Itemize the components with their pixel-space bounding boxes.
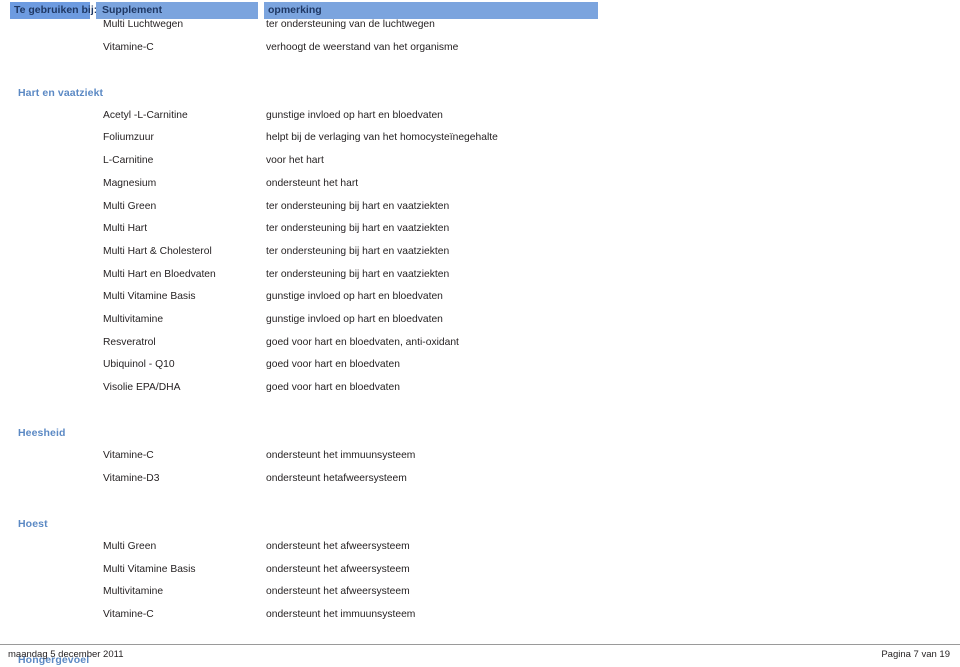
cell-supplement: Multi Hart en Bloedvaten — [103, 268, 216, 280]
table-row: Visolie EPA/DHA goed voor hart en bloedva… — [0, 382, 960, 405]
cell-remark: gunstige invloed op hart en bloedvaten — [266, 313, 443, 325]
cell-remark: ondersteunt hetafweersysteem — [266, 472, 407, 484]
category-row: Hoest — [0, 518, 960, 541]
cell-supplement: Multivitamine — [103, 313, 164, 325]
header-cell-category: Te gebruiken bij: — [10, 2, 97, 19]
cell-supplement: Multi Green — [103, 200, 157, 212]
cell-remark: ter ondersteuning bij hart en vaatziekte… — [266, 245, 450, 257]
cell-supplement: Resveratrol — [103, 336, 156, 348]
table-row: Multi Hart en Bloedvaten ter ondersteunin… — [0, 269, 960, 292]
cell-remark: ondersteunt het hart — [266, 177, 359, 189]
cell-supplement: Vitamine-C — [103, 41, 154, 53]
cell-remark: ter ondersteuning bij hart en vaatziekte… — [266, 268, 450, 280]
cell-supplement: Multi Luchtwegen — [103, 19, 184, 30]
cell-remark: voor het hart — [266, 155, 324, 167]
table-body: Multi Luchtwegen ter ondersteuning van de… — [0, 19, 960, 667]
table-row: Vitamine-C ondersteunt het immuunsysteem — [0, 609, 960, 632]
cell-remark: ondersteunt het afweersysteem — [266, 540, 410, 552]
table-row: Multi Vitamine Basis gunstige invloed op … — [0, 291, 960, 314]
table-row: Multi Luchtwegen ter ondersteuning van de… — [0, 19, 960, 42]
table-row: Foliumzuur helpt bij de verlaging van het… — [0, 132, 960, 155]
table-header-row: Te gebruiken bij: Supplement opmerking — [0, 2, 960, 19]
header-cell-supplement: Supplement — [96, 2, 258, 19]
cell-remark: ter ondersteuning van de luchtwegen — [266, 19, 435, 30]
cell-supplement: Ubiquinol - Q10 — [103, 359, 175, 371]
table-row: Acetyl -L-Carnitine gunstige invloed op h… — [0, 110, 960, 133]
cell-remark: helpt bij de verlaging van het homocyste… — [266, 132, 498, 144]
cell-supplement: Multi Hart & Cholesterol — [103, 245, 212, 257]
table-row: Vitamine-C verhoogt de weerstand van het … — [0, 42, 960, 65]
cell-remark: goed voor hart en bloedvaten, anti-oxida… — [266, 336, 459, 348]
cell-remark: ter ondersteuning bij hart en vaatziekte… — [266, 223, 450, 235]
table-row: Multi Hart ter ondersteuning bij hart en … — [0, 223, 960, 246]
category-label: Heesheid — [18, 427, 66, 440]
cell-remark: goed voor hart en bloedvaten — [266, 382, 400, 393]
footer-date: maandag 5 december 2011 — [8, 649, 124, 660]
table-row: Vitamine-C ondersteunt het immuunsysteem — [0, 450, 960, 473]
page-footer: maandag 5 december 2011 Pagina 7 van 19 — [0, 644, 960, 667]
table-row: Vitamine-D3 ondersteunt hetafweersysteem — [0, 473, 960, 496]
cell-supplement: Vitamine-D3 — [103, 472, 160, 484]
cell-supplement: L-Carnitine — [103, 155, 154, 167]
cell-remark: ondersteunt het immuunsysteem — [266, 608, 416, 620]
table-row: Multi Vitamine Basis ondersteunt het afwe… — [0, 564, 960, 587]
table-row: Ubiquinol - Q10 goed voor hart en bloedva… — [0, 359, 960, 382]
cell-supplement: Foliumzuur — [103, 132, 154, 144]
cell-supplement: Multi Hart — [103, 223, 148, 235]
cell-remark: ondersteunt het immuunsysteem — [266, 450, 416, 462]
table-row: Resveratrol goed voor hart en bloedvaten,… — [0, 337, 960, 360]
cell-remark: goed voor hart en bloedvaten — [266, 359, 400, 371]
cell-supplement: Magnesium — [103, 177, 157, 189]
cell-remark: gunstige invloed op hart en bloedvaten — [266, 109, 443, 121]
document-page: Te gebruiken bij: Supplement opmerking M… — [0, 0, 960, 667]
cell-remark: ondersteunt het afweersysteem — [266, 563, 410, 575]
cell-remark: ondersteunt het afweersysteem — [266, 586, 410, 598]
header-cell-remark: opmerking — [264, 2, 598, 19]
category-row: Heesheid — [0, 427, 960, 450]
table-row: Magnesium ondersteunt het hart — [0, 178, 960, 201]
cell-supplement: Multi Vitamine Basis — [103, 291, 196, 303]
cell-supplement: Multi Vitamine Basis — [103, 563, 196, 575]
table-row: Multivitamine ondersteunt het afweersyste… — [0, 586, 960, 609]
table-row: Multi Green ter ondersteuning bij hart en… — [0, 201, 960, 224]
cell-remark: ter ondersteuning bij hart en vaatziekte… — [266, 200, 450, 212]
table-row: L-Carnitine voor het hart — [0, 155, 960, 178]
cell-remark: gunstige invloed op hart en bloedvaten — [266, 291, 443, 303]
table-row: Multi Green ondersteunt het afweersysteem — [0, 541, 960, 564]
table-row: Multi Hart & Cholesterol ter ondersteunin… — [0, 246, 960, 269]
category-label: Hart en vaatziekt — [18, 87, 104, 100]
category-label: Hoest — [18, 518, 48, 531]
cell-remark: verhoogt de weerstand van het organisme — [266, 41, 459, 53]
footer-page-number: Pagina 7 van 19 — [881, 649, 950, 660]
category-row: Hart en vaatziekt — [0, 87, 960, 110]
cell-supplement: Acetyl -L-Carnitine — [103, 109, 188, 121]
cell-supplement: Vitamine-C — [103, 608, 154, 620]
table-row: Multivitamine gunstige invloed op hart en… — [0, 314, 960, 337]
cell-supplement: Multi Green — [103, 540, 157, 552]
cell-supplement: Visolie EPA/DHA — [103, 382, 181, 393]
cell-supplement: Vitamine-C — [103, 450, 154, 462]
cell-supplement: Multivitamine — [103, 586, 164, 598]
